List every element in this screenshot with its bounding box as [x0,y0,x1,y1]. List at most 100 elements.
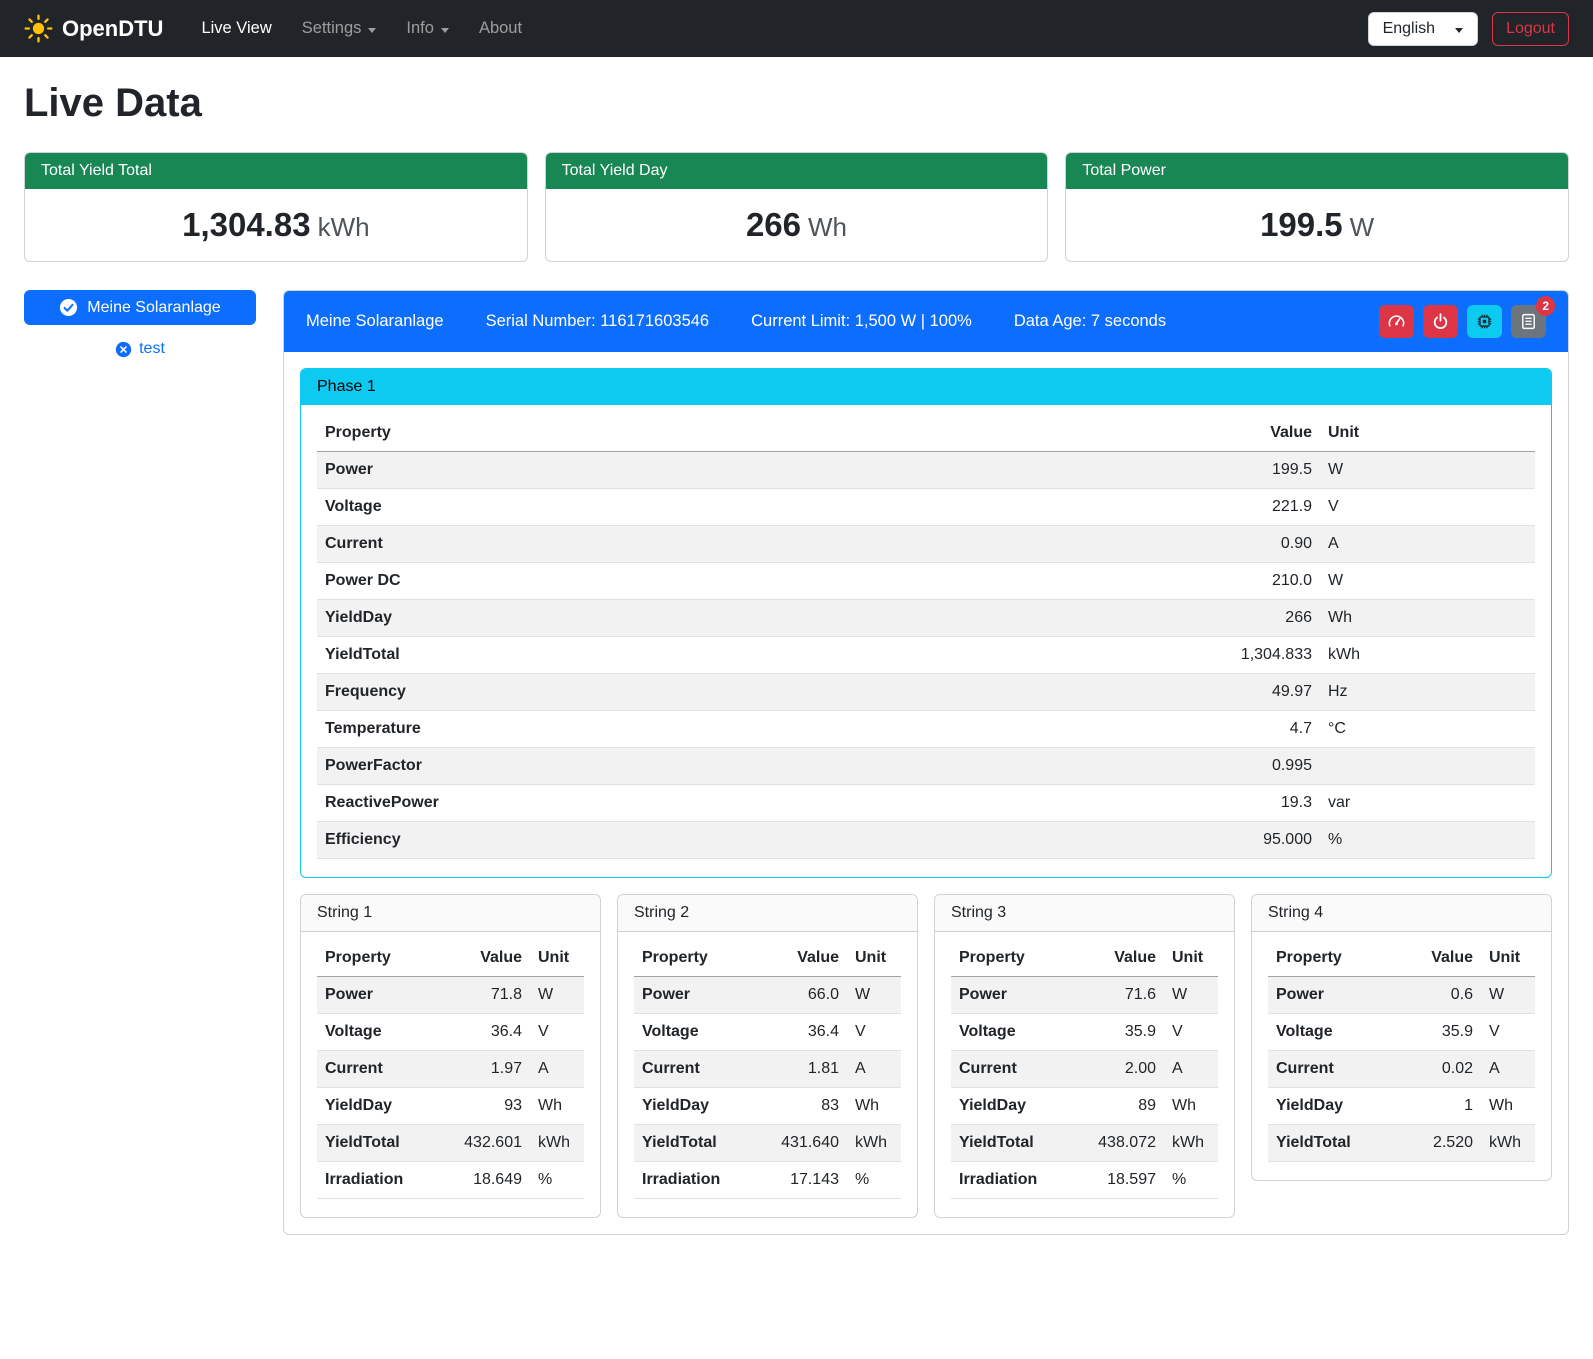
table-cell: 95.000 [1210,822,1320,859]
column-header-value: Value [1078,940,1164,977]
string-title: String 3 [935,895,1234,932]
power-icon [1431,312,1450,331]
table-cell: 1,304.833 [1210,637,1320,674]
table-cell: 4.7 [1210,711,1320,748]
table-cell: kWh [1481,1125,1535,1162]
summary-card-value: 266 [746,206,801,243]
table-cell: W [530,977,584,1014]
table-cell: Voltage [634,1014,761,1051]
event-log-button[interactable]: 2 [1511,305,1546,338]
nav-about[interactable]: About [467,11,534,46]
table-cell: Frequency [317,674,1210,711]
table-row: Voltage36.4V [634,1014,901,1051]
table-cell: Power [317,452,1210,489]
column-header-unit: Unit [1481,940,1535,977]
table-cell: YieldTotal [317,637,1210,674]
summary-card-unit: kWh [318,212,370,242]
table-cell: A [1320,526,1535,563]
language-select[interactable]: English [1368,12,1478,46]
table-row: Current0.90A [317,526,1535,563]
summary-card-unit: W [1350,212,1375,242]
inverter-sidebar: Meine Solaranlage test [24,290,256,358]
logout-button[interactable]: Logout [1492,12,1569,46]
table-cell: Voltage [317,1014,444,1051]
summary-card-unit: Wh [808,212,847,242]
column-header-unit: Unit [1320,415,1535,452]
table-cell: 0.02 [1395,1051,1481,1088]
string-title: String 4 [1252,895,1551,932]
string-body: Property Value Unit Power66.0WVoltage36.… [618,932,917,1217]
table-cell: ReactivePower [317,785,1210,822]
table-cell: kWh [847,1125,901,1162]
column-header-value: Value [1395,940,1481,977]
table-cell: 0.6 [1395,977,1481,1014]
table-row: ReactivePower19.3var [317,785,1535,822]
inverter-serial: Serial Number: 116171603546 [486,312,710,331]
summary-card-total-power: Total Power 199.5W [1065,152,1569,262]
inverter-panel-header: Meine Solaranlage Serial Number: 1161716… [284,291,1568,352]
table-cell: % [1320,822,1535,859]
table-cell: Wh [530,1088,584,1125]
table-header-row: Property Value Unit [317,940,584,977]
table-cell: W [1164,977,1218,1014]
table-row: Current2.00A [951,1051,1218,1088]
table-row: Power199.5W [317,452,1535,489]
string-card-2: String 2 Property Value Unit [617,894,918,1218]
brand[interactable]: OpenDTU [24,14,163,43]
chevron-down-icon [368,28,376,33]
table-cell: % [530,1162,584,1199]
string-card-4: String 4 Property Value Unit [1251,894,1552,1181]
device-info-button[interactable] [1467,305,1502,338]
nav-live-view[interactable]: Live View [189,11,283,46]
table-cell: 18.649 [444,1162,530,1199]
table-cell: 0.90 [1210,526,1320,563]
chevron-down-icon [441,28,449,33]
limit-settings-button[interactable] [1379,305,1414,338]
table-cell: V [1164,1014,1218,1051]
table-row: YieldTotal431.640kWh [634,1125,901,1162]
table-cell: YieldTotal [634,1125,761,1162]
table-cell: 1.81 [761,1051,847,1088]
sun-logo-icon [24,14,53,43]
table-cell: Irradiation [317,1162,444,1199]
table-cell: 221.9 [1210,489,1320,526]
table-cell: Voltage [951,1014,1078,1051]
summary-card-body: 266Wh [546,189,1048,261]
sidebar-item-meine-solaranlage[interactable]: Meine Solaranlage [24,290,256,325]
summary-card-body: 1,304.83 kWh [25,189,527,261]
power-button[interactable] [1423,305,1458,338]
table-cell: 35.9 [1395,1014,1481,1051]
nav-settings[interactable]: Settings [290,11,389,46]
string-body: Property Value Unit Power71.6WVoltage35.… [935,932,1234,1217]
string-title: String 1 [301,895,600,932]
table-cell: kWh [1164,1125,1218,1162]
nav-info[interactable]: Info [394,11,461,46]
table-cell: A [847,1051,901,1088]
sidebar-item-test[interactable]: test [24,340,256,358]
table-cell: 1.97 [444,1051,530,1088]
summary-card-title: Total Yield Total [25,153,527,189]
column-header-value: Value [1210,415,1320,452]
table-cell: PowerFactor [317,748,1210,785]
cpu-icon [1475,312,1494,331]
table-cell: Wh [847,1088,901,1125]
table-row: YieldDay1Wh [1268,1088,1535,1125]
column-header-unit: Unit [847,940,901,977]
table-cell: 93 [444,1088,530,1125]
table-cell: V [847,1014,901,1051]
phase-body: Property Value Unit Power199.5WVoltage22… [301,405,1551,877]
summary-card-title: Total Yield Day [546,153,1048,189]
table-row: Current1.97A [317,1051,584,1088]
summary-card-value: 1,304.83 [182,206,310,243]
table-cell: YieldDay [317,1088,444,1125]
table-row: Frequency49.97Hz [317,674,1535,711]
language-select-value: English [1383,20,1435,38]
navbar: OpenDTU Live View Settings Info About En… [0,0,1593,57]
table-cell: Irradiation [634,1162,761,1199]
table-cell [1320,748,1535,785]
column-header-property: Property [317,940,444,977]
table-cell: YieldTotal [951,1125,1078,1162]
nav-right: English Logout [1368,12,1569,46]
column-header-property: Property [317,415,1210,452]
strings-row: String 1 Property Value Unit [300,894,1552,1218]
